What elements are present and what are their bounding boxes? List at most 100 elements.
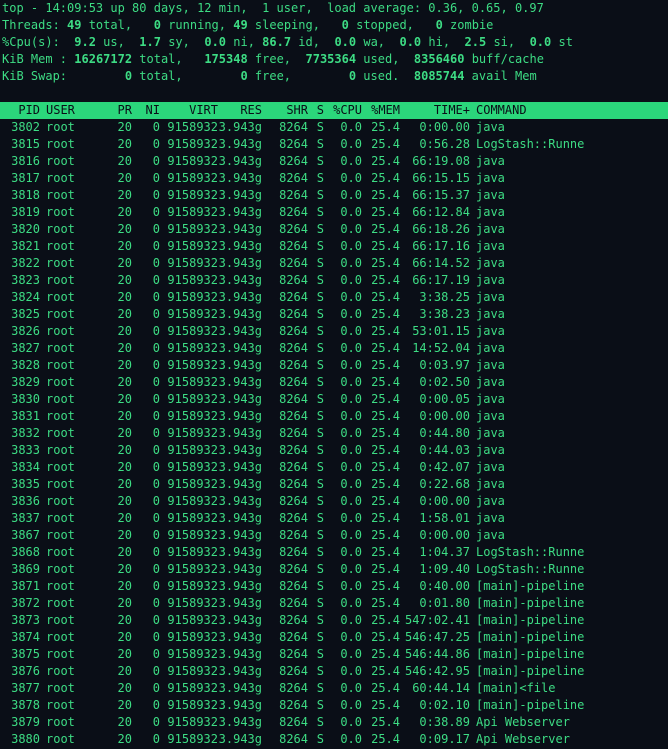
process-nice: 0 bbox=[152, 137, 160, 151]
process-time: 0:02.50 bbox=[419, 375, 470, 389]
cpu-ni: 0.0 bbox=[204, 35, 227, 49]
process-row[interactable]: 3823 root 20 0 9158932 3.943g 8264 S 0.0 25.4 66:1… bbox=[2, 272, 668, 289]
mem-used: 7735364 bbox=[305, 52, 357, 66]
process-row[interactable]: 3827 root 20 0 9158932 3.943g 8264 S 0.0 25.4 14:5… bbox=[2, 340, 668, 357]
process-list[interactable]: 3802 root 20 0 9158932 3.943g 8264 S 0.0 25.4 0:00… bbox=[2, 119, 668, 748]
terminal-window[interactable]: top - 14:09:53 up 80 days, 12 min, 1 use… bbox=[0, 0, 668, 749]
process-priority: 20 bbox=[117, 715, 132, 729]
process-row[interactable]: 3824 root 20 0 9158932 3.943g 8264 S 0.0 25.4 3:38… bbox=[2, 289, 668, 306]
process-state: S bbox=[316, 375, 324, 389]
process-row[interactable]: 3879 root 20 0 9158932 3.943g 8264 S 0.0 25.4 0:38… bbox=[2, 714, 668, 731]
process-nice: 0 bbox=[152, 460, 160, 474]
process-nice: 0 bbox=[152, 579, 160, 593]
process-state: S bbox=[316, 171, 324, 185]
col-header-pr[interactable]: PR bbox=[96, 102, 132, 119]
process-row[interactable]: 3818 root 20 0 9158932 3.943g 8264 S 0.0 25.4 66:1… bbox=[2, 187, 668, 204]
process-row[interactable]: 3833 root 20 0 9158932 3.943g 8264 S 0.0 25.4 0:44… bbox=[2, 442, 668, 459]
process-row[interactable]: 3834 root 20 0 9158932 3.943g 8264 S 0.0 25.4 0:42… bbox=[2, 459, 668, 476]
process-priority: 20 bbox=[117, 290, 132, 304]
process-row[interactable]: 3821 root 20 0 9158932 3.943g 8264 S 0.0 25.4 66:1… bbox=[2, 238, 668, 255]
process-pid: 3802 bbox=[11, 120, 40, 134]
col-header-res[interactable]: RES bbox=[218, 102, 262, 119]
process-row[interactable]: 3825 root 20 0 9158932 3.943g 8264 S 0.0 25.4 3:38… bbox=[2, 306, 668, 323]
process-res: 3.943g bbox=[218, 562, 262, 576]
process-virt: 9158932 bbox=[167, 256, 218, 270]
process-priority: 20 bbox=[117, 579, 132, 593]
process-row[interactable]: 3831 root 20 0 9158932 3.943g 8264 S 0.0 25.4 0:00… bbox=[2, 408, 668, 425]
threads-zombie-label: zombie bbox=[442, 18, 494, 32]
process-row[interactable]: 3829 root 20 0 9158932 3.943g 8264 S 0.0 25.4 0:02… bbox=[2, 374, 668, 391]
process-row[interactable]: 3820 root 20 0 9158932 3.943g 8264 S 0.0 25.4 66:1… bbox=[2, 221, 668, 238]
process-row[interactable]: 3876 root 20 0 9158932 3.943g 8264 S 0.0 25.4 546:… bbox=[2, 663, 668, 680]
process-row[interactable]: 3873 root 20 0 9158932 3.943g 8264 S 0.0 25.4 547:… bbox=[2, 612, 668, 629]
process-row[interactable]: 3815 root 20 0 9158932 3.943g 8264 S 0.0 25.4 0:56… bbox=[2, 136, 668, 153]
process-cpu: 0.0 bbox=[340, 409, 362, 423]
process-virt: 9158932 bbox=[167, 137, 218, 151]
swap-used: 0 bbox=[348, 69, 357, 83]
process-row[interactable]: 3802 root 20 0 9158932 3.943g 8264 S 0.0 25.4 0:00… bbox=[2, 119, 668, 136]
process-state: S bbox=[316, 511, 324, 525]
col-header-cpu[interactable]: %CPU bbox=[324, 102, 362, 119]
process-pid: 3868 bbox=[11, 545, 40, 559]
process-row[interactable]: 3816 root 20 0 9158932 3.943g 8264 S 0.0 25.4 66:1… bbox=[2, 153, 668, 170]
col-header-mem[interactable]: %MEM bbox=[362, 102, 400, 119]
process-row[interactable]: 3880 root 20 0 9158932 3.943g 8264 S 0.0 25.4 0:09… bbox=[2, 731, 668, 748]
process-row[interactable]: 3874 root 20 0 9158932 3.943g 8264 S 0.0 25.4 546:… bbox=[2, 629, 668, 646]
process-row[interactable]: 3822 root 20 0 9158932 3.943g 8264 S 0.0 25.4 66:1… bbox=[2, 255, 668, 272]
col-header-ni[interactable]: NI bbox=[132, 102, 160, 119]
process-state: S bbox=[316, 222, 324, 236]
process-row[interactable]: 3819 root 20 0 9158932 3.943g 8264 S 0.0 25.4 66:1… bbox=[2, 204, 668, 221]
process-time: 0:00.00 bbox=[419, 494, 470, 508]
process-pid: 3836 bbox=[11, 494, 40, 508]
process-row[interactable]: 3836 root 20 0 9158932 3.943g 8264 S 0.0 25.4 0:00… bbox=[2, 493, 668, 510]
process-row[interactable]: 3817 root 20 0 9158932 3.943g 8264 S 0.0 25.4 66:1… bbox=[2, 170, 668, 187]
col-header-command[interactable]: COMMAND bbox=[470, 102, 666, 119]
process-state: S bbox=[316, 426, 324, 440]
process-state: S bbox=[316, 443, 324, 457]
process-nice: 0 bbox=[152, 732, 160, 746]
col-header-virt[interactable]: VIRT bbox=[160, 102, 218, 119]
process-row[interactable]: 3872 root 20 0 9158932 3.943g 8264 S 0.0 25.4 0:01… bbox=[2, 595, 668, 612]
process-row[interactable]: 3832 root 20 0 9158932 3.943g 8264 S 0.0 25.4 0:44… bbox=[2, 425, 668, 442]
col-header-time[interactable]: TIME+ bbox=[400, 102, 470, 119]
process-virt: 9158932 bbox=[167, 715, 218, 729]
process-nice: 0 bbox=[152, 290, 160, 304]
process-time: 0:00.00 bbox=[419, 409, 470, 423]
process-row[interactable]: 3837 root 20 0 9158932 3.943g 8264 S 0.0 25.4 1:58… bbox=[2, 510, 668, 527]
process-row[interactable]: 3826 root 20 0 9158932 3.943g 8264 S 0.0 25.4 53:0… bbox=[2, 323, 668, 340]
process-nice: 0 bbox=[152, 630, 160, 644]
process-cpu: 0.0 bbox=[340, 256, 362, 270]
process-row[interactable]: 3830 root 20 0 9158932 3.943g 8264 S 0.0 25.4 0:00… bbox=[2, 391, 668, 408]
process-command: Api Webserver bbox=[476, 732, 570, 746]
col-header-pid[interactable]: PID bbox=[2, 102, 40, 119]
process-priority: 20 bbox=[117, 205, 132, 219]
process-res: 3.943g bbox=[218, 273, 262, 287]
process-row[interactable]: 3875 root 20 0 9158932 3.943g 8264 S 0.0 25.4 546:… bbox=[2, 646, 668, 663]
cpu-si: 2.5 bbox=[464, 35, 487, 49]
col-header-user[interactable]: USER bbox=[40, 102, 96, 119]
process-row[interactable]: 3828 root 20 0 9158932 3.943g 8264 S 0.0 25.4 0:03… bbox=[2, 357, 668, 374]
process-nice: 0 bbox=[152, 341, 160, 355]
process-cpu: 0.0 bbox=[340, 171, 362, 185]
process-row[interactable]: 3878 root 20 0 9158932 3.943g 8264 S 0.0 25.4 0:02… bbox=[2, 697, 668, 714]
col-header-state[interactable]: S bbox=[308, 102, 324, 119]
process-row[interactable]: 3877 root 20 0 9158932 3.943g 8264 S 0.0 25.4 60:4… bbox=[2, 680, 668, 697]
process-time: 0:22.68 bbox=[419, 477, 470, 491]
process-nice: 0 bbox=[152, 664, 160, 678]
process-cpu: 0.0 bbox=[340, 494, 362, 508]
process-virt: 9158932 bbox=[167, 562, 218, 576]
process-row[interactable]: 3868 root 20 0 9158932 3.943g 8264 S 0.0 25.4 1:04… bbox=[2, 544, 668, 561]
process-priority: 20 bbox=[117, 477, 132, 491]
current-time: 14:09:53 bbox=[45, 1, 104, 15]
process-state: S bbox=[316, 647, 324, 661]
process-virt: 9158932 bbox=[167, 341, 218, 355]
process-shr: 8264 bbox=[279, 477, 308, 491]
process-mem: 25.4 bbox=[371, 290, 400, 304]
process-row[interactable]: 3869 root 20 0 9158932 3.943g 8264 S 0.0 25.4 1:09… bbox=[2, 561, 668, 578]
process-row[interactable]: 3867 root 20 0 9158932 3.943g 8264 S 0.0 25.4 0:00… bbox=[2, 527, 668, 544]
process-nice: 0 bbox=[152, 528, 160, 542]
process-row[interactable]: 3871 root 20 0 9158932 3.943g 8264 S 0.0 25.4 0:40… bbox=[2, 578, 668, 595]
process-table-header[interactable]: PID USER PR NI VIRT RES SHR S %CPU %MEM … bbox=[0, 102, 668, 119]
process-row[interactable]: 3835 root 20 0 9158932 3.943g 8264 S 0.0 25.4 0:22… bbox=[2, 476, 668, 493]
col-header-shr[interactable]: SHR bbox=[262, 102, 308, 119]
